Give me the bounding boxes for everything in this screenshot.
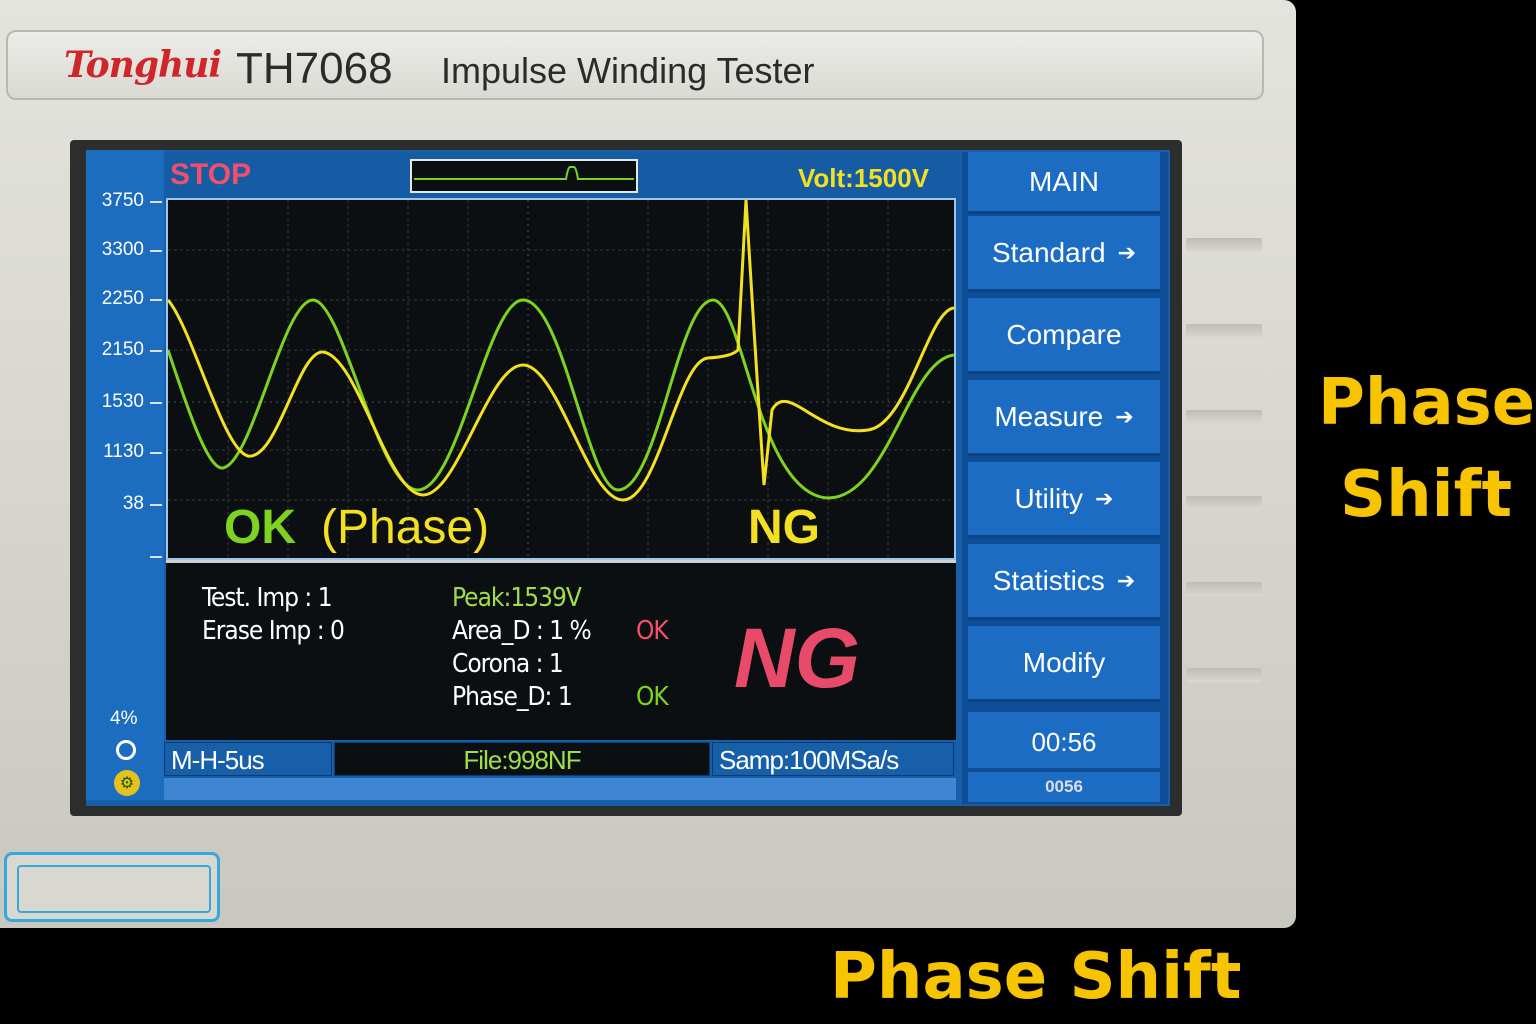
product-name: Impulse Winding Tester: [441, 50, 815, 91]
side-groove: [1186, 496, 1262, 510]
range-percent: 4%: [110, 708, 138, 729]
gear-icon[interactable]: ⚙: [114, 770, 140, 796]
menu-item-label: Standard: [991, 236, 1106, 268]
model-number: TH7068: [236, 44, 393, 93]
refresh-icon[interactable]: [116, 740, 136, 760]
menu-utility-button[interactable]: Utility ➔: [968, 462, 1160, 538]
y-axis-label: 3750: [101, 190, 144, 211]
peak-readout: Peak:1539V: [452, 583, 582, 613]
y-tick: [150, 504, 162, 506]
label-plate: [4, 852, 220, 922]
side-groove: [1186, 582, 1262, 596]
phase-label: (Phase): [321, 501, 490, 554]
side-groove: [1186, 238, 1262, 252]
y-axis-label: 38: [122, 493, 144, 514]
arrow-right-icon: ➔: [1117, 239, 1137, 265]
mode-indicator[interactable]: M-H-5us: [164, 742, 332, 776]
run-state: STOP: [170, 158, 252, 191]
ok-waveform: [168, 298, 954, 500]
y-axis-label: 3300: [101, 239, 144, 260]
status-strip: [164, 778, 956, 800]
menu-item-label: Modify: [1022, 646, 1106, 678]
erase-imp-readout: Erase Imp : 0: [202, 616, 345, 646]
menu-statistics-button[interactable]: Statistics ➔: [968, 544, 1160, 620]
area-d-result: OK: [636, 616, 669, 646]
menu-item-label: Compare: [1006, 318, 1122, 350]
side-groove: [1186, 410, 1262, 424]
brand-logo: Tonghui: [64, 44, 222, 86]
y-tick: [150, 402, 162, 404]
file-indicator[interactable]: File:998NF: [334, 742, 710, 776]
elapsed-time: 00:56: [968, 712, 1160, 768]
corona-readout: Corona : 1: [452, 649, 564, 679]
caption-right-line1: Phase: [1318, 366, 1536, 440]
voltage-readout: Volt:1500V: [798, 163, 930, 193]
side-groove: [1186, 324, 1262, 338]
area-d-readout: Area_D : 1 %: [452, 616, 592, 646]
verdict-badge: NG: [734, 611, 860, 705]
ng-wave-label: NG: [748, 501, 820, 554]
side-groove: [1186, 668, 1262, 682]
caption-bottom: Phase Shift: [830, 940, 1242, 1014]
menu-item-label: Statistics: [992, 564, 1105, 596]
caption-right-line2: Shift: [1340, 458, 1513, 532]
menu-standard-button[interactable]: Standard ➔: [968, 216, 1160, 292]
y-axis-label: 2250: [101, 288, 144, 309]
device-header: Tonghui TH7068 Impulse Winding Tester: [6, 30, 1264, 100]
y-tick: [150, 452, 162, 454]
menu-modify-button[interactable]: Modify: [968, 626, 1160, 702]
waveform-plot: OK (Phase) NG: [166, 198, 956, 560]
phase-d-result: OK: [636, 682, 669, 712]
y-tick: [150, 350, 162, 352]
arrow-right-icon: ➔: [1115, 403, 1134, 429]
sample-rate-indicator[interactable]: Samp:100MSa/s: [712, 742, 954, 776]
phase-d-readout: Phase_D: 1: [452, 682, 573, 712]
menu-compare-button[interactable]: Compare: [968, 298, 1160, 374]
y-tick: [150, 299, 162, 301]
waveform-overview-icon: [410, 159, 638, 193]
y-tick: [150, 250, 162, 252]
y-axis-label: 1530: [101, 391, 144, 412]
ok-label: OK: [224, 501, 296, 554]
menu-title-label: MAIN: [1029, 165, 1099, 197]
menu-item-label: Utility: [1014, 482, 1083, 514]
y-axis-label: 1130: [103, 441, 144, 462]
arrow-right-icon: ➔: [1116, 567, 1136, 593]
y-tick: [150, 201, 162, 203]
y-axis-label: 2150: [101, 339, 144, 360]
test-imp-readout: Test. Imp : 1: [202, 583, 333, 613]
menu-item-label: Measure: [994, 400, 1104, 432]
menu-title: MAIN: [968, 152, 1160, 214]
arrow-right-icon: ➔: [1095, 485, 1114, 511]
y-tick: [150, 556, 162, 558]
test-counter: 0056: [968, 772, 1160, 802]
menu-measure-button[interactable]: Measure ➔: [968, 380, 1160, 456]
